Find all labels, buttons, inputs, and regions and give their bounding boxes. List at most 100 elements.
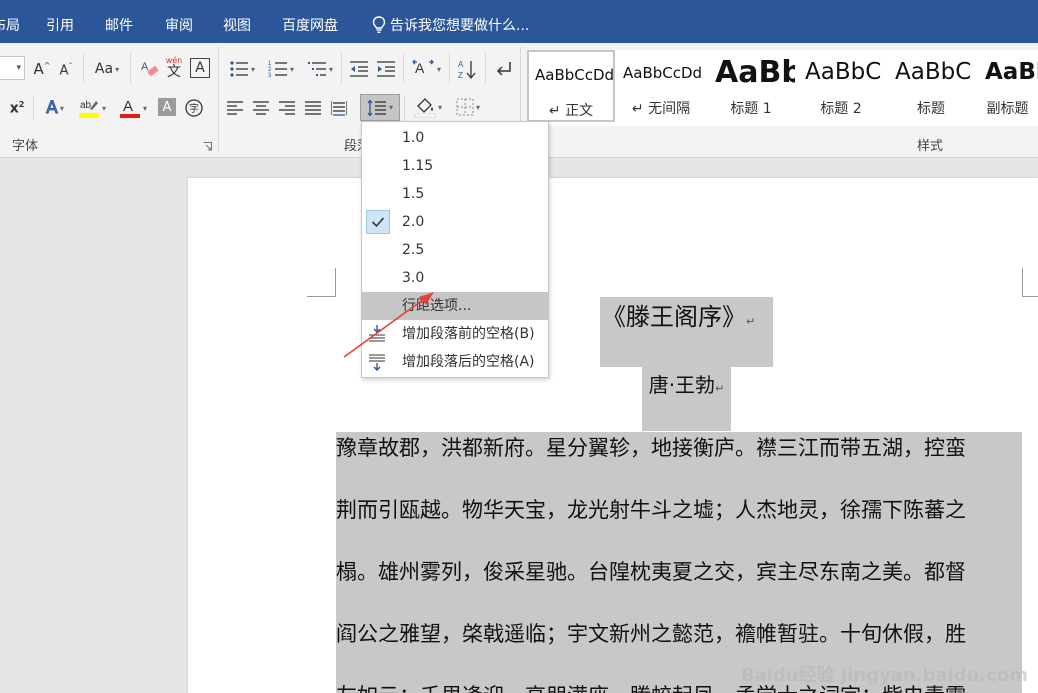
justify-icon — [305, 101, 321, 115]
style-normal[interactable]: AaBbCcDd ↵ 正文 — [527, 50, 615, 122]
style-heading-2[interactable]: AaBbC 标题 2 — [797, 50, 885, 122]
numbering-button[interactable]: 123 ▾ — [263, 58, 299, 80]
phonetic-char: 文 — [167, 64, 181, 80]
align-right-button[interactable] — [276, 97, 298, 119]
option-label: 1.5 — [402, 186, 425, 202]
paint-bucket-icon — [414, 98, 436, 118]
style-heading-1[interactable]: AaBb 标题 1 — [707, 50, 795, 122]
text-line[interactable]: 榻。雄州雾列，俊采星驰。台隍枕夷夏之交，宾主尽东南之美。都督 — [336, 556, 1022, 618]
bullets-icon — [230, 61, 248, 77]
align-left-button[interactable] — [224, 97, 246, 119]
superscript-button[interactable]: x2 — [7, 97, 27, 119]
line-spacing-option-2-5[interactable]: 2.5 — [362, 236, 548, 264]
tab-references[interactable]: 引用 — [46, 0, 74, 43]
text-line[interactable]: 荆而引瓯越。物华天宝，龙光射牛斗之墟；人杰地灵，徐孺下陈蕃之 — [336, 494, 1022, 556]
checkmark-box — [366, 210, 390, 234]
multilevel-list-button[interactable]: ▾ — [302, 58, 338, 80]
justify-button[interactable] — [302, 97, 324, 119]
character-shading-button[interactable]: A — [158, 98, 176, 116]
divider — [449, 53, 450, 83]
svg-text:3: 3 — [268, 73, 272, 78]
grow-font-icon: A^ — [33, 60, 51, 78]
sort-button[interactable]: A Z — [455, 57, 479, 81]
add-space-after-item[interactable]: 增加段落后的空格(A) — [362, 348, 548, 376]
document-title[interactable]: 《滕王阁序》↵ — [600, 297, 773, 367]
enclose-characters-button[interactable]: 字 — [183, 97, 205, 119]
line-spacing-menu: 1.0 1.15 1.5 2.0 2.5 3.0 行距选项... 增加段落前的空… — [361, 121, 549, 378]
line-spacing-button[interactable]: ▾ — [360, 94, 400, 121]
borders-icon — [456, 98, 474, 116]
font-size-box[interactable]: ▾ — [0, 56, 25, 80]
styles-gallery: AaBbCcDd ↵ 正文 AaBbCcDd ↵ 无间隔 AaBb 标题 1 A… — [527, 50, 1038, 126]
shading-button[interactable]: ▾ — [410, 95, 446, 119]
decrease-indent-button[interactable] — [347, 58, 371, 80]
style-name: ↵ 正文 — [548, 103, 594, 119]
highlight-color-button[interactable]: ab ▾ — [77, 96, 107, 120]
tab-mailings[interactable]: 邮件 — [105, 0, 133, 43]
option-label: 1.15 — [402, 158, 434, 174]
add-space-before-item[interactable]: 增加段落前的空格(B) — [362, 320, 548, 348]
line-spacing-option-3-0[interactable]: 3.0 — [362, 264, 548, 292]
character-border-button[interactable]: A — [190, 58, 210, 78]
document-page[interactable]: 《滕王阁序》↵ 唐·王勃↵ 豫章故郡，洪都新府。星分翼轸，地接衡庐。襟三江而带五… — [188, 178, 1038, 693]
divider — [341, 53, 342, 83]
line-spacing-option-1-5[interactable]: 1.5 — [362, 180, 548, 208]
text-effects-icon: A — [46, 98, 59, 119]
borders-button[interactable]: ▾ — [450, 95, 486, 119]
font-color-button[interactable]: A ▾ — [115, 96, 151, 120]
divider — [130, 53, 131, 83]
tab-baidu-netdisk[interactable]: 百度网盘 — [282, 0, 338, 43]
line-spacing-option-1-0[interactable]: 1.0 — [362, 124, 548, 152]
divider — [83, 53, 84, 83]
chevron-down-icon: ▾ — [289, 64, 294, 74]
grow-font-button[interactable]: A^ — [33, 59, 51, 79]
text-line[interactable]: 豫章故郡，洪都新府。星分翼轸，地接衡庐。襟三江而带五湖，控蛮 — [336, 432, 1022, 494]
text-effects-button[interactable]: A ▾ — [40, 96, 70, 120]
tab-layout[interactable]: 布局 — [0, 0, 20, 43]
tell-me-box[interactable]: 告诉我您想要做什么... — [372, 0, 529, 43]
styles-group-label: 样式 — [917, 139, 944, 154]
increase-indent-icon — [377, 61, 395, 77]
option-label: 2.5 — [402, 242, 425, 258]
increase-indent-button[interactable] — [374, 58, 398, 80]
align-right-icon — [279, 101, 295, 115]
dialog-launcher-icon[interactable] — [203, 142, 212, 151]
divider — [33, 95, 34, 121]
line-spacing-option-1-15[interactable]: 1.15 — [362, 152, 548, 180]
chinese-layout-button[interactable]: A ▾ — [408, 57, 444, 81]
change-case-label: Aa — [94, 61, 114, 77]
lightbulb-icon — [372, 15, 386, 33]
line-spacing-options-item[interactable]: 行距选项... — [362, 292, 548, 320]
style-name: 标题 2 — [820, 101, 862, 117]
tab-view[interactable]: 视图 — [223, 0, 251, 43]
eraser-icon: A — [141, 61, 159, 76]
style-preview: AaBb — [715, 55, 795, 90]
tab-review[interactable]: 审阅 — [165, 0, 193, 43]
phonetic-guide-button[interactable]: wén 文 — [163, 55, 185, 81]
bullets-button[interactable]: ▾ — [224, 58, 260, 80]
style-no-spacing[interactable]: AaBbCcDd ↵ 无间隔 — [617, 50, 705, 122]
chevron-down-icon: ▾ — [388, 103, 393, 112]
ribbon-tab-bar: 布局 引用 邮件 审阅 视图 百度网盘 告诉我您想要做什么... — [0, 0, 1038, 43]
style-subtitle[interactable]: AaBb 副标题 — [977, 50, 1038, 122]
superscript-icon: x2 — [9, 99, 25, 117]
style-name: 标题 1 — [730, 101, 772, 117]
change-case-button[interactable]: Aa ▾ — [90, 58, 124, 80]
distributed-button[interactable] — [328, 97, 350, 119]
style-title[interactable]: AaBbC 标题 — [887, 50, 975, 122]
shrink-font-button[interactable]: Aˇ — [57, 60, 75, 80]
character-border-icon: A — [195, 60, 205, 76]
align-center-button[interactable] — [250, 97, 272, 119]
show-hide-marks-button[interactable] — [492, 57, 516, 81]
chevron-down-icon: ▾ — [328, 64, 333, 74]
numbering-icon: 123 — [268, 61, 287, 78]
chevron-down-icon: ▾ — [101, 103, 106, 113]
highlighter-icon: ab — [78, 100, 99, 118]
clear-formatting-button[interactable]: A — [139, 58, 161, 80]
tell-me-text: 告诉我您想要做什么... — [390, 18, 530, 34]
decrease-indent-icon — [350, 61, 368, 77]
align-left-icon — [227, 101, 243, 115]
style-name: ↵ 无间隔 — [631, 101, 691, 117]
document-author[interactable]: 唐·王勃↵ — [642, 367, 731, 431]
line-spacing-option-2-0[interactable]: 2.0 — [362, 208, 548, 236]
